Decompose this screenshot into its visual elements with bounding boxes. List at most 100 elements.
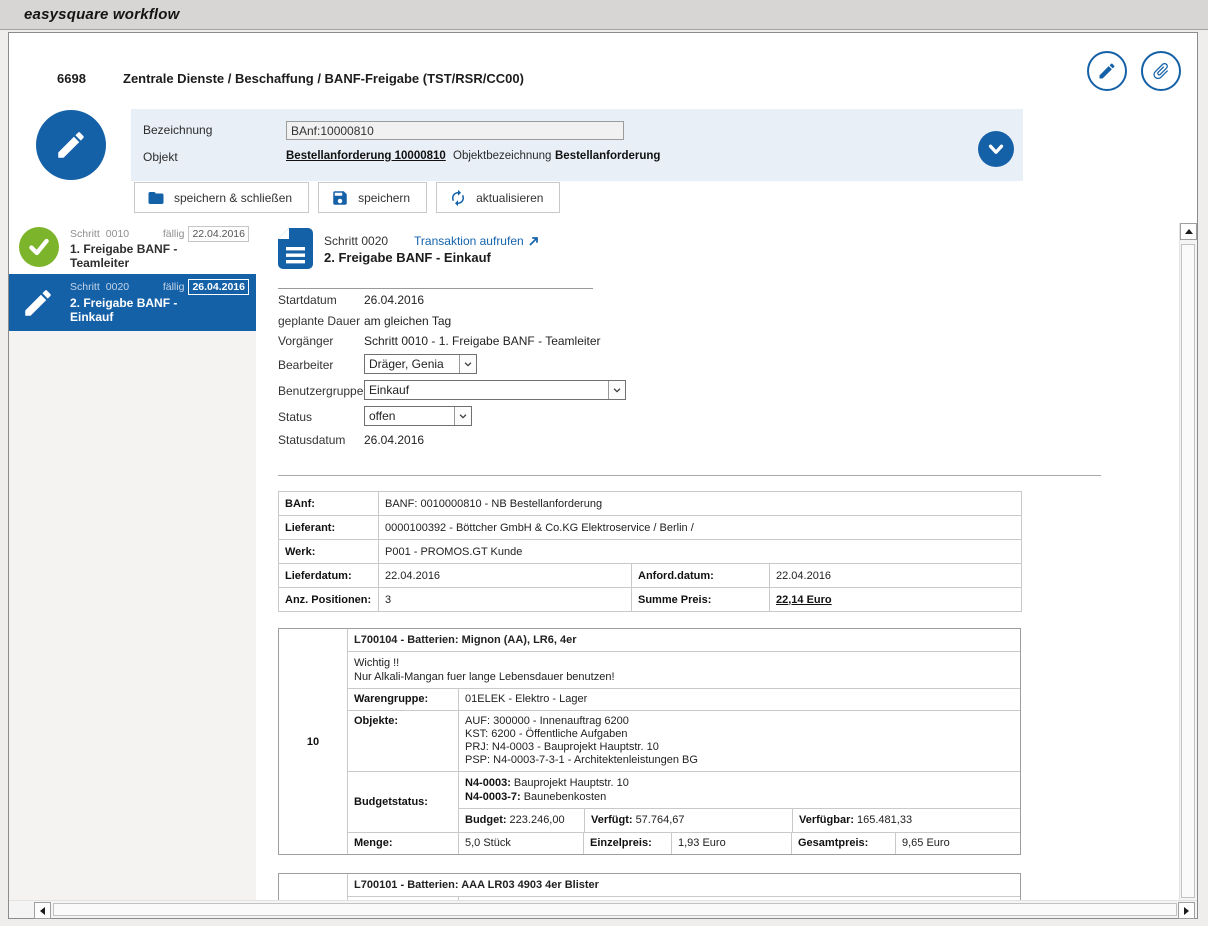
- bezeichnung-input[interactable]: [286, 121, 624, 140]
- chevron-down-icon: [608, 381, 625, 399]
- startdatum-label: Startdatum: [278, 293, 337, 307]
- vorgaenger-label: Vorgänger: [278, 334, 333, 348]
- refresh-label: aktualisieren: [476, 191, 543, 205]
- refresh-icon: [449, 189, 476, 207]
- step-detail-title: 2. Freigabe BANF - Einkauf: [324, 250, 491, 265]
- statusdatum-label: Statusdatum: [278, 433, 345, 447]
- position-note: Wichtig !! Nur Alkali-Mangan fuer lange …: [348, 652, 1020, 688]
- horizontal-scroll-thumb[interactable]: [53, 903, 1177, 916]
- scroll-right-button[interactable]: [1178, 902, 1195, 919]
- table-row: Werk: P001 - PROMOS.GT Kunde: [279, 540, 1022, 564]
- position-title-row: L700104 - Batterien: Mignon (AA), LR6, 4…: [348, 629, 1020, 651]
- table-row: Lieferdatum: 22.04.2016 Anford.datum: 22…: [279, 564, 1022, 588]
- external-arrow-icon: [528, 236, 539, 247]
- divider: [278, 475, 1101, 476]
- save-close-label: speichern & schließen: [174, 191, 292, 205]
- objektbezeichnung-label: Objektbezeichnung: [453, 150, 551, 162]
- table-row: Anz. Positionen: 3 Summe Preis: 22,14 Eu…: [279, 588, 1022, 612]
- chevron-down-icon: [985, 138, 1007, 160]
- workflow-pen-avatar: [36, 110, 106, 180]
- step-detail-pane: Schritt 0020 Transaktion aufrufen 2. Fre…: [256, 221, 1177, 902]
- budget-cells: Budget:223.246,00 Verfügt:57.764,67 Verf…: [459, 808, 1020, 832]
- position-number: 10: [279, 629, 347, 854]
- step-meta: Schritt0010: [70, 228, 129, 240]
- chevron-down-icon: [454, 407, 471, 425]
- due-date-box: 22.04.2016: [188, 226, 249, 242]
- position-title: L700104 - Batterien: Mignon (AA), LR6, 4…: [348, 629, 1020, 651]
- summe-preis-link[interactable]: 22,14 Euro: [776, 594, 832, 606]
- objektbezeichnung-value: Bestellanforderung: [555, 150, 660, 162]
- bezeichnung-label: Bezeichnung: [143, 123, 212, 137]
- pen-icon: [21, 286, 55, 325]
- pen-icon: [54, 128, 88, 162]
- step-due: fällig 26.04.2016: [163, 279, 249, 295]
- floppy-disk-icon: [331, 189, 358, 207]
- budgetstatus-row: Budgetstatus: N4-0003: Bauprojekt Haupts…: [348, 771, 1020, 832]
- breadcrumb: Zentrale Dienste / Beschaffung / BANF-Fr…: [123, 71, 524, 86]
- horizontal-scrollbar[interactable]: [9, 900, 1197, 918]
- attachments-button[interactable]: [1141, 51, 1181, 91]
- due-date-box: 26.04.2016: [188, 279, 249, 295]
- collapse-button[interactable]: [978, 131, 1014, 167]
- step-number-label: Schritt 0020: [324, 234, 388, 248]
- objekte-lines: AUF: 300000 - Innenauftrag 6200 KST: 620…: [458, 711, 1020, 771]
- objekt-link[interactable]: Bestellanforderung 10000810: [286, 150, 446, 162]
- scroll-left-button[interactable]: [34, 902, 51, 919]
- steps-sidebar: Schritt0010 fällig 22.04.2016 1. Freigab…: [9, 221, 256, 900]
- step-item-0010[interactable]: Schritt0010 fällig 22.04.2016 1. Freigab…: [9, 221, 256, 274]
- position-title-row: L700101 - Batterien: AAA LR03 4903 4er B…: [348, 874, 1020, 896]
- status-select[interactable]: offen: [364, 406, 472, 426]
- chevron-down-icon: [459, 355, 476, 373]
- folder-icon: [147, 189, 174, 207]
- vertical-scroll-thumb[interactable]: [1181, 244, 1195, 898]
- benutzergruppe-select[interactable]: Einkauf: [364, 380, 626, 400]
- top-actions: [1087, 51, 1181, 91]
- triangle-right-icon: [1184, 907, 1189, 915]
- statusdatum-value: 26.04.2016: [364, 433, 424, 447]
- warengruppe-row: Warengruppe: 01ELEK - Elektro - Lager: [348, 688, 1020, 710]
- pen-icon: [1097, 61, 1117, 81]
- table-row: Lieferant: 0000100392 - Böttcher GmbH & …: [279, 516, 1022, 540]
- bearbeiter-label: Bearbeiter: [278, 358, 333, 372]
- dauer-label: geplante Dauer: [278, 314, 360, 328]
- banf-summary-table: BAnf: BANF: 0010000810 - NB Bestellanfor…: [278, 491, 1022, 612]
- vertical-scrollbar[interactable]: [1179, 223, 1197, 900]
- objekte-row: Objekte: AUF: 300000 - Innenauftrag 6200…: [348, 710, 1020, 771]
- paperclip-icon: [1147, 57, 1175, 85]
- process-id: 6698: [57, 71, 86, 86]
- startdatum-value: 26.04.2016: [364, 293, 424, 307]
- benutzergruppe-label: Benutzergruppe: [278, 384, 363, 398]
- position-number: [279, 874, 347, 902]
- table-row: BAnf: BANF: 0010000810 - NB Bestellanfor…: [279, 492, 1022, 516]
- status-label: Status: [278, 410, 312, 424]
- save-button[interactable]: speichern: [318, 182, 427, 213]
- step-item-0020[interactable]: Schritt0020 fällig 26.04.2016 2. Freigab…: [9, 274, 256, 331]
- position-table-10: 10 L700104 - Batterien: Mignon (AA), LR6…: [278, 628, 1021, 855]
- save-close-button[interactable]: speichern & schließen: [134, 182, 309, 213]
- step-due: fällig 22.04.2016: [163, 226, 249, 242]
- step-title: 2. Freigabe BANF - Einkauf: [70, 296, 220, 324]
- transaction-link[interactable]: Transaktion aufrufen: [414, 234, 539, 248]
- bearbeiter-select[interactable]: Dräger, Genia: [364, 354, 477, 374]
- save-label: speichern: [358, 191, 410, 205]
- app-title: easysquare workflow: [24, 6, 180, 23]
- check-circle-icon: [19, 227, 59, 267]
- refresh-button[interactable]: aktualisieren: [436, 182, 560, 213]
- menge-row: Menge: 5,0 Stück Einzelpreis: 1,93 Euro …: [348, 832, 1020, 854]
- workflow-window: 6698 Zentrale Dienste / Beschaffung / BA…: [8, 32, 1198, 919]
- position-title: L700101 - Batterien: AAA LR03 4903 4er B…: [348, 874, 1020, 896]
- toolbar: speichern & schließen speichern aktualis…: [134, 182, 560, 213]
- object-header-panel: Bezeichnung Objekt Bestellanforderung 10…: [131, 109, 1023, 181]
- dauer-value: am gleichen Tag: [364, 314, 451, 328]
- scroll-up-button[interactable]: [1180, 223, 1197, 240]
- position-table-2: L700101 - Batterien: AAA LR03 4903 4er B…: [278, 873, 1021, 902]
- document-icon: [278, 228, 313, 274]
- position-note-row: Wichtig !! Nur Alkali-Mangan fuer lange …: [348, 651, 1020, 688]
- objekt-label: Objekt: [143, 150, 178, 164]
- step-meta: Schritt0020: [70, 281, 129, 293]
- divider: [278, 288, 593, 289]
- step-title: 1. Freigabe BANF - Teamleiter: [70, 242, 220, 270]
- edit-button[interactable]: [1087, 51, 1127, 91]
- budget-lines: N4-0003: Bauprojekt Hauptstr. 10 N4-0003…: [459, 772, 1020, 808]
- vorgaenger-value: Schritt 0010 - 1. Freigabe BANF - Teamle…: [364, 334, 601, 348]
